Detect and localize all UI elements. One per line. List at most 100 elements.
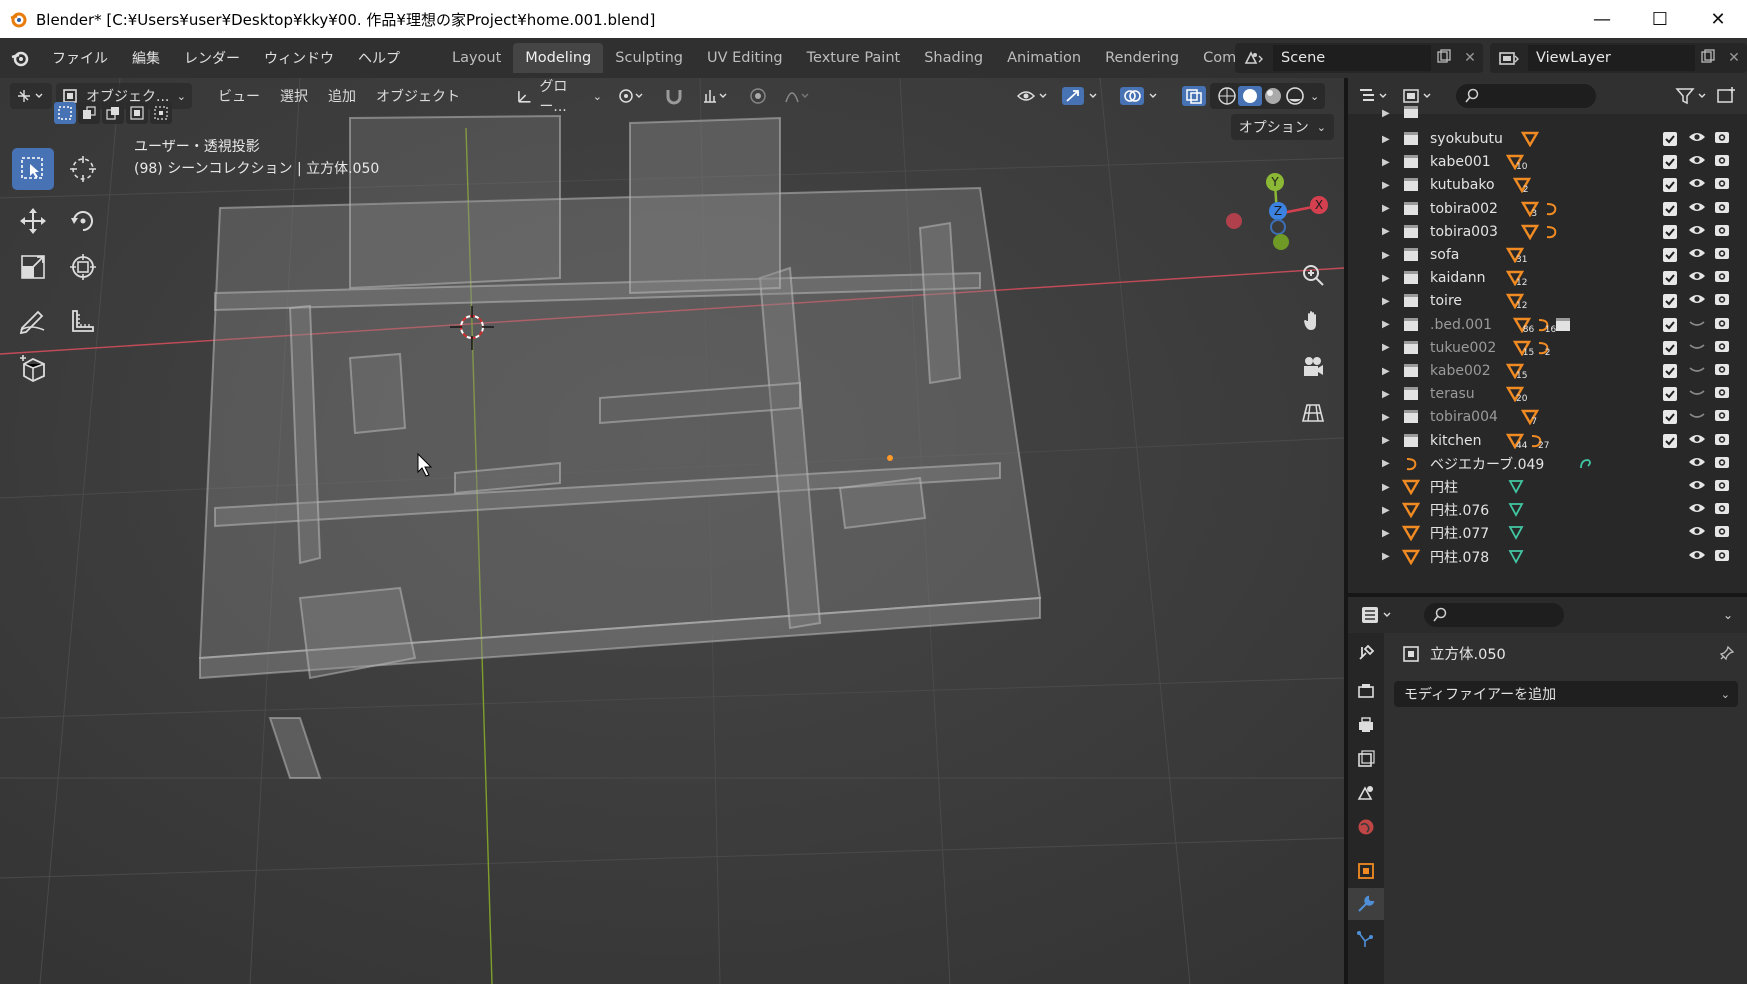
render-camera-icon[interactable] (1714, 268, 1730, 288)
render-camera-icon[interactable] (1714, 245, 1730, 265)
view-layer-name[interactable]: ViewLayer (1528, 45, 1695, 71)
expand-arrow-icon[interactable]: ▶ (1382, 226, 1390, 237)
expand-arrow-icon[interactable]: ▶ (1382, 180, 1390, 191)
outliner-row[interactable]: ▶ syokubutu (1348, 126, 1747, 152)
eye-icon[interactable] (1688, 176, 1706, 194)
eye-closed-icon[interactable] (1688, 339, 1706, 357)
mesh-icon[interactable]: 12 (1506, 270, 1527, 288)
rotate-tool[interactable] (62, 200, 104, 242)
pin-icon[interactable] (1719, 645, 1735, 661)
properties-editor-icon[interactable] (1360, 605, 1400, 625)
eye-icon[interactable] (1688, 153, 1706, 171)
collection-icon[interactable] (1555, 317, 1571, 332)
mesh-data-icon[interactable] (1508, 525, 1524, 541)
exclude-checkbox[interactable] (1663, 224, 1677, 239)
select-box-tool[interactable] (12, 148, 54, 190)
render-camera-icon[interactable] (1714, 477, 1730, 497)
camera-view-tool[interactable] (1296, 350, 1330, 384)
visibility-selector[interactable] (1010, 83, 1056, 109)
expand-arrow-icon[interactable]: ▶ (1382, 482, 1390, 493)
outliner-item-name[interactable]: tobira003 (1430, 224, 1498, 240)
expand-arrow-icon[interactable]: ▶ (1382, 319, 1390, 330)
chevron-down-icon[interactable]: ⌄ (1723, 608, 1733, 622)
exclude-checkbox[interactable] (1663, 387, 1677, 402)
eye-icon[interactable] (1688, 501, 1706, 519)
menu-render[interactable]: レンダー (172, 48, 252, 68)
menu-help[interactable]: ヘルプ (346, 48, 412, 68)
outliner-row[interactable]: ▶ 円柱.078 (1348, 544, 1747, 570)
outliner-row[interactable]: ▶ tukue002 15 2 (1348, 335, 1747, 361)
tab-animation[interactable]: Animation (995, 43, 1093, 73)
menu-view[interactable]: ビュー (208, 86, 270, 106)
pan-tool[interactable] (1296, 304, 1330, 338)
expand-arrow-icon[interactable]: ▶ (1382, 273, 1390, 284)
outliner-row[interactable]: ▶ tobira002 3 (1348, 196, 1747, 222)
outliner-row[interactable]: ▶ kutubako 2 (1348, 172, 1747, 198)
mesh-data-icon[interactable] (1508, 502, 1524, 518)
scene-name[interactable]: Scene (1273, 45, 1431, 71)
measure-tool[interactable] (62, 300, 104, 342)
menu-add[interactable]: 追加 (318, 86, 366, 106)
move-tool[interactable] (12, 200, 54, 242)
tab-scene[interactable] (1348, 777, 1384, 809)
render-camera-icon[interactable] (1714, 523, 1730, 543)
editor-type-button[interactable] (10, 83, 52, 109)
gizmo-neg-y-icon[interactable] (1273, 234, 1289, 250)
mesh-icon[interactable]: 20 (1506, 386, 1527, 404)
exclude-checkbox[interactable] (1663, 364, 1677, 378)
proportional-edit-toggle[interactable] (742, 83, 774, 109)
expand-arrow-icon[interactable]: ▶ (1382, 435, 1390, 446)
outliner-item-name[interactable]: toire (1430, 293, 1462, 309)
add-cube-tool[interactable] (12, 348, 54, 390)
expand-arrow-icon[interactable]: ▶ (1382, 505, 1390, 516)
snap-toggle[interactable] (658, 83, 692, 109)
tab-view-layer[interactable] (1348, 743, 1384, 775)
eye-icon[interactable] (1688, 524, 1706, 542)
curve-icon[interactable] (1543, 201, 1559, 217)
menu-select[interactable]: 選択 (270, 86, 318, 106)
eye-closed-icon[interactable] (1688, 362, 1706, 380)
render-camera-icon[interactable] (1714, 175, 1730, 195)
outliner-item-name[interactable]: 円柱 (1430, 477, 1458, 497)
curve-icon[interactable] (1543, 224, 1559, 240)
tab-texture-paint[interactable]: Texture Paint (795, 43, 913, 73)
outliner-row[interactable]: ▶ 円柱.077 (1348, 520, 1747, 546)
tab-tool[interactable] (1348, 637, 1384, 669)
outliner-row[interactable]: ▶ tobira004 7 (1348, 404, 1747, 430)
mesh-icon[interactable]: 3 (1521, 201, 1540, 219)
exclude-checkbox[interactable] (1663, 178, 1677, 193)
eye-icon[interactable] (1688, 130, 1706, 148)
outliner-item-name[interactable]: tobira002 (1430, 201, 1498, 217)
curve-icon[interactable]: 27 (1528, 433, 1549, 451)
render-camera-icon[interactable] (1714, 199, 1730, 219)
select-invert-icon[interactable] (126, 102, 148, 124)
expand-arrow-icon[interactable]: ▶ (1382, 528, 1390, 539)
blender-menu-icon[interactable] (0, 48, 40, 68)
expand-arrow-icon[interactable]: ▶ (1382, 203, 1390, 214)
curve-icon[interactable]: 2 (1535, 340, 1551, 358)
select-new-icon[interactable] (54, 102, 76, 124)
tab-layout[interactable]: Layout (440, 43, 513, 73)
eye-icon[interactable] (1688, 269, 1706, 287)
mesh-icon[interactable]: 86 (1512, 317, 1534, 335)
tab-shading[interactable]: Shading (912, 43, 995, 73)
outliner-item-name[interactable]: tukue002 (1430, 340, 1496, 356)
shading-modes[interactable]: ⌄ (1210, 83, 1326, 109)
render-camera-icon[interactable] (1714, 500, 1730, 520)
tab-modifiers[interactable] (1348, 888, 1384, 920)
options-dropdown[interactable]: オプション ⌄ (1230, 114, 1334, 140)
zoom-tool[interactable] (1296, 258, 1330, 292)
copy-scene-icon[interactable] (1431, 49, 1457, 67)
outliner-row[interactable]: ▶ 円柱 (1348, 474, 1747, 500)
mesh-icon[interactable]: 44 (1506, 433, 1527, 451)
render-camera-icon[interactable] (1714, 431, 1730, 451)
outliner-row[interactable]: ▶ kabe001 10 (1348, 149, 1747, 175)
exclude-checkbox[interactable] (1663, 340, 1677, 355)
eye-icon[interactable] (1688, 432, 1706, 450)
outliner-item-name[interactable]: .bed.001 (1430, 317, 1492, 333)
outliner-item-name[interactable]: kaidann (1430, 270, 1486, 286)
mesh-icon[interactable] (1521, 131, 1540, 147)
outliner-item-name[interactable]: 円柱.077 (1430, 523, 1489, 543)
navigation-gizmo[interactable]: Y X Z (1218, 144, 1328, 254)
maximize-button[interactable]: ☐ (1631, 0, 1689, 38)
